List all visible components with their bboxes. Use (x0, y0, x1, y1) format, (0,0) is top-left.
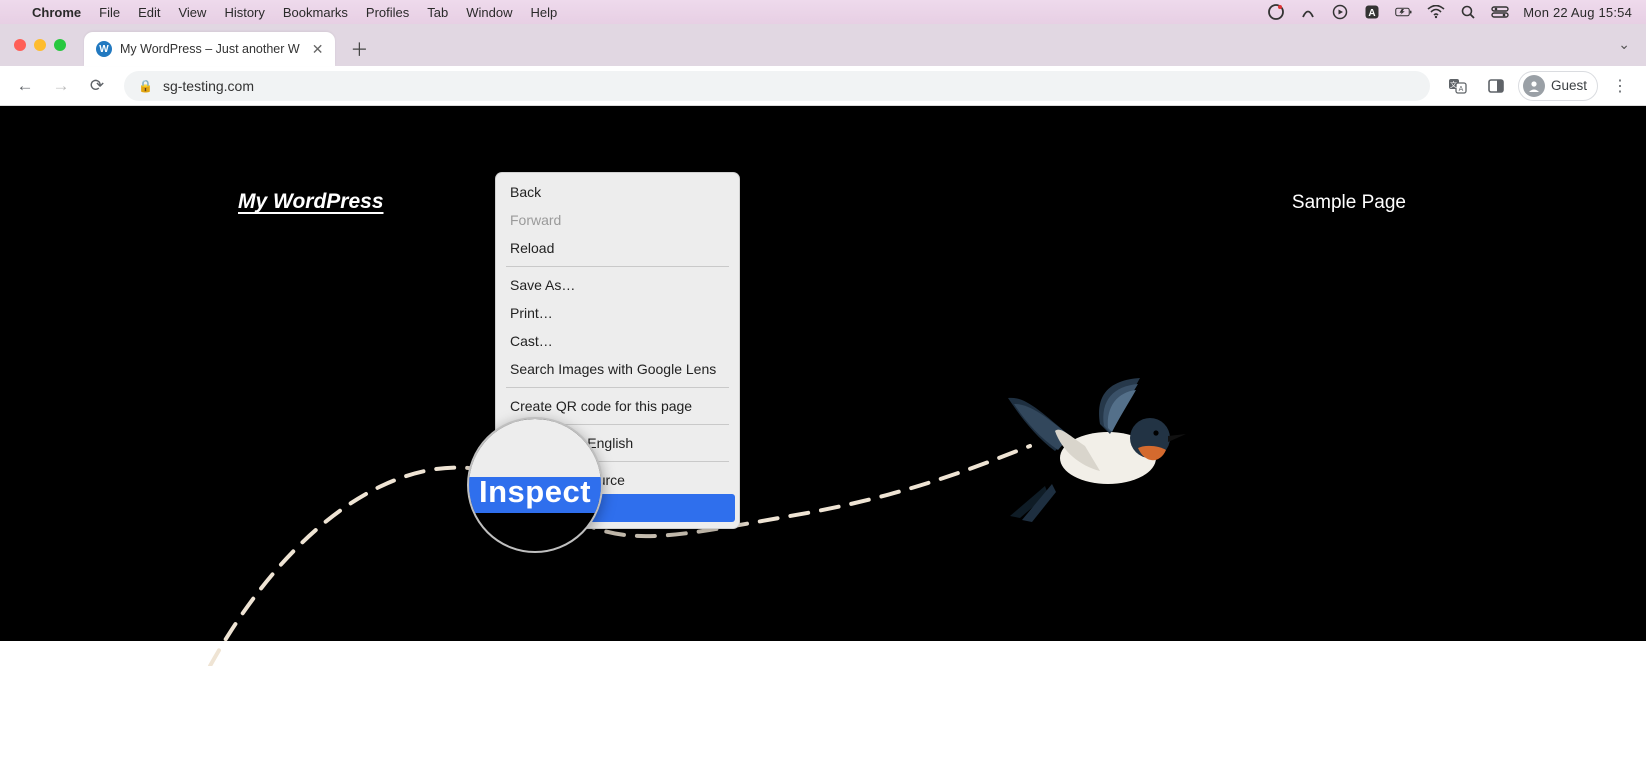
chrome-tabstrip: W My WordPress – Just another W ✕ ＋ ⌄ (0, 24, 1646, 66)
play-circle-icon[interactable] (1331, 3, 1349, 21)
tab-overflow-button[interactable]: ⌄ (1618, 36, 1630, 53)
menu-window[interactable]: Window (466, 5, 512, 20)
ctx-forward: Forward (496, 206, 739, 234)
address-bar[interactable]: 🔒 sg-testing.com (124, 71, 1430, 101)
wordpress-favicon-icon: W (96, 41, 112, 57)
bird-illustration (1000, 376, 1190, 526)
svg-text:A: A (1459, 86, 1464, 93)
tab-title: My WordPress – Just another W (120, 42, 300, 56)
arc-menubar-icon[interactable] (1299, 3, 1317, 21)
chrome-toolbar: ← → ⟳ 🔒 sg-testing.com 文A Guest ⋮ (0, 66, 1646, 106)
control-center-icon[interactable] (1491, 3, 1509, 21)
site-title-link[interactable]: My WordPress (238, 190, 384, 214)
ctx-separator (506, 266, 729, 267)
ctx-print[interactable]: Print… (496, 299, 739, 327)
ctx-cast[interactable]: Cast… (496, 327, 739, 355)
guest-avatar-icon (1523, 75, 1545, 97)
menu-bookmarks[interactable]: Bookmarks (283, 5, 348, 20)
menu-profiles[interactable]: Profiles (366, 5, 409, 20)
profile-label: Guest (1551, 78, 1587, 93)
menu-history[interactable]: History (224, 5, 264, 20)
nav-sample-page[interactable]: Sample Page (1292, 192, 1406, 214)
new-tab-button[interactable]: ＋ (345, 35, 373, 63)
page-viewport: My WordPress Sample Page (0, 106, 1646, 766)
magnifier-text: Inspect (469, 474, 601, 510)
chrome-menu-button[interactable]: ⋮ (1604, 71, 1636, 101)
ctx-search-lens[interactable]: Search Images with Google Lens (496, 355, 739, 383)
side-panel-button[interactable] (1480, 71, 1512, 101)
page-hero: My WordPress Sample Page (0, 106, 1646, 641)
ctx-reload[interactable]: Reload (496, 234, 739, 262)
ctx-save-as[interactable]: Save As… (496, 271, 739, 299)
window-zoom-button[interactable] (54, 39, 66, 51)
svg-text:A: A (1369, 8, 1376, 19)
tab-close-button[interactable]: ✕ (312, 41, 324, 58)
url-text: sg-testing.com (163, 78, 254, 94)
menu-file[interactable]: File (99, 5, 120, 20)
wifi-icon[interactable] (1427, 3, 1445, 21)
window-close-button[interactable] (14, 39, 26, 51)
ctx-back[interactable]: Back (496, 178, 739, 206)
lock-icon[interactable]: 🔒 (138, 79, 153, 93)
app-name[interactable]: Chrome (32, 5, 81, 20)
svg-text:文: 文 (1450, 80, 1457, 89)
grammarly-menubar-icon[interactable] (1267, 3, 1285, 21)
window-controls (14, 24, 84, 66)
menu-tab[interactable]: Tab (427, 5, 448, 20)
forward-button[interactable]: → (46, 71, 76, 101)
spotlight-icon[interactable] (1459, 3, 1477, 21)
mac-menu-bar: Chrome File Edit View History Bookmarks … (0, 0, 1646, 24)
menu-datetime[interactable]: Mon 22 Aug 15:54 (1523, 5, 1632, 20)
window-minimize-button[interactable] (34, 39, 46, 51)
back-button[interactable]: ← (10, 71, 40, 101)
menu-help[interactable]: Help (531, 5, 558, 20)
letter-a-icon[interactable]: A (1363, 3, 1381, 21)
reload-button[interactable]: ⟳ (82, 71, 112, 101)
ctx-separator (506, 387, 729, 388)
menu-view[interactable]: View (178, 5, 206, 20)
magnifier-callout: Inspect (467, 417, 603, 553)
browser-tab[interactable]: W My WordPress – Just another W ✕ (84, 32, 335, 66)
profile-chip[interactable]: Guest (1518, 71, 1598, 101)
menu-edit[interactable]: Edit (138, 5, 160, 20)
battery-icon[interactable] (1395, 3, 1413, 21)
translate-button[interactable]: 文A (1442, 71, 1474, 101)
ctx-create-qr[interactable]: Create QR code for this page (496, 392, 739, 420)
